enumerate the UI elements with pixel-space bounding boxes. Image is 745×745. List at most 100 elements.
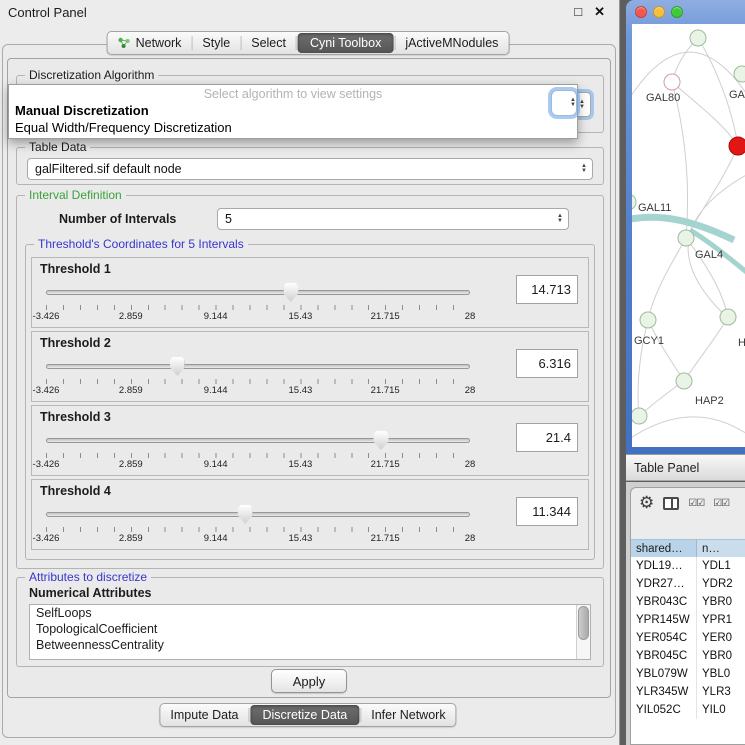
column-header-shared-name[interactable]: shared… bbox=[631, 539, 697, 557]
stepper-arrows-icon bbox=[564, 98, 576, 108]
table-data-combobox[interactable]: galFiltered.sif default node bbox=[27, 158, 593, 180]
table-row[interactable]: YLR345WYLR3 bbox=[631, 683, 745, 701]
table-row[interactable]: YER054CYER0 bbox=[631, 629, 745, 647]
network-node-hap2[interactable] bbox=[676, 373, 692, 389]
apply-button[interactable]: Apply bbox=[271, 669, 347, 693]
tab-discretize-data[interactable]: Discretize Data bbox=[251, 705, 360, 725]
scale-label: 15.43 bbox=[289, 311, 313, 322]
tab-network[interactable]: Network bbox=[108, 32, 192, 54]
tab-cyni-toolbox[interactable]: Cyni Toolbox bbox=[298, 33, 393, 53]
cell-name: YPR1 bbox=[697, 611, 745, 629]
zoom-traffic-light-icon[interactable] bbox=[671, 6, 683, 18]
minimize-traffic-light-icon[interactable] bbox=[653, 6, 665, 18]
table-row[interactable]: YBL079WYBL0 bbox=[631, 665, 745, 683]
vertical-scrollbar[interactable] bbox=[576, 605, 590, 659]
scale-label: -3.426 bbox=[33, 385, 60, 396]
tab-label: Cyni Toolbox bbox=[310, 36, 381, 50]
scale-label: 9.144 bbox=[204, 311, 228, 322]
tab-label: Infer Network bbox=[371, 708, 445, 722]
threshold-slider[interactable] bbox=[46, 504, 470, 524]
cell-name: YDR2 bbox=[697, 575, 745, 593]
tab-infer-network[interactable]: Infer Network bbox=[361, 704, 455, 726]
threshold-value-field[interactable]: 11.344 bbox=[516, 497, 578, 526]
threshold-slider[interactable] bbox=[46, 430, 470, 450]
threshold-slider[interactable] bbox=[46, 282, 470, 302]
slider-handle[interactable] bbox=[373, 431, 388, 450]
dropdown-option-manual-discretization[interactable]: Manual Discretization bbox=[9, 102, 577, 119]
combo-arrows-icon bbox=[575, 164, 587, 174]
network-view-window: GAL80GAGAL11GAL4GCY1HHAP2 bbox=[626, 0, 745, 454]
close-window-button[interactable]: ✕ bbox=[594, 4, 605, 20]
threshold-label: Threshold 4 bbox=[40, 484, 111, 498]
attribute-list-item[interactable]: BetweennessCentrality bbox=[30, 637, 590, 653]
attributes-group: Attributes to discretize Numerical Attri… bbox=[16, 577, 604, 667]
scrollbar-thumb[interactable] bbox=[578, 606, 589, 640]
close-traffic-light-icon[interactable] bbox=[635, 6, 647, 18]
network-node-gal80[interactable] bbox=[664, 74, 680, 90]
tab-jactivemnodules[interactable]: jActiveMNodules bbox=[395, 32, 508, 54]
attribute-list-item[interactable]: TopologicalCoefficient bbox=[30, 621, 590, 637]
threshold-value-field[interactable]: 6.316 bbox=[516, 349, 578, 378]
checkbox-list-icon[interactable] bbox=[688, 498, 704, 509]
network-edge[interactable] bbox=[632, 417, 745, 444]
scale-label: 2.859 bbox=[119, 311, 143, 322]
thresholds-group: Threshold's Coordinates for 5 Intervals … bbox=[25, 244, 595, 560]
algorithm-combo-stepper[interactable] bbox=[551, 90, 577, 116]
dropdown-option-equal-width-frequency-discretization[interactable]: Equal Width/Frequency Discretization bbox=[9, 119, 577, 136]
scale-label: 28 bbox=[465, 533, 476, 544]
table-panel-body: shared… n… YDL19…YDL1YDR27…YDR2YBR043CYB… bbox=[626, 482, 745, 745]
table-data-group: Table Data galFiltered.sif default node bbox=[16, 147, 604, 185]
float-window-button[interactable]: □ bbox=[574, 4, 582, 20]
tab-style[interactable]: Style bbox=[192, 32, 240, 54]
network-edge[interactable] bbox=[672, 82, 688, 238]
tab-select[interactable]: Select bbox=[241, 32, 296, 54]
tab-separator bbox=[249, 708, 250, 722]
slider-ticks bbox=[46, 379, 470, 384]
threshold-slider[interactable] bbox=[46, 356, 470, 376]
network-node-gcy1[interactable] bbox=[640, 312, 656, 328]
cell-shared-name: YER054C bbox=[631, 629, 697, 647]
numerical-attributes-list[interactable]: SelfLoopsTopologicalCoefficientBetweenne… bbox=[29, 604, 591, 660]
network-node-h[interactable] bbox=[720, 309, 736, 325]
threshold-value-field[interactable]: 14.713 bbox=[516, 275, 578, 304]
table-row[interactable]: YBR043CYBR0 bbox=[631, 593, 745, 611]
network-edge[interactable] bbox=[648, 320, 684, 381]
table-row[interactable]: YDR27…YDR2 bbox=[631, 575, 745, 593]
cell-name: YDL1 bbox=[697, 557, 745, 575]
gear-icon[interactable] bbox=[639, 493, 654, 513]
cell-shared-name: YLR345W bbox=[631, 683, 697, 701]
slider-handle[interactable] bbox=[238, 505, 253, 524]
cell-shared-name: YPR145W bbox=[631, 611, 697, 629]
network-canvas[interactable]: GAL80GAGAL11GAL4GCY1HHAP2 bbox=[632, 24, 745, 447]
network-node[interactable] bbox=[729, 137, 745, 155]
table-header-row: shared… n… bbox=[631, 539, 745, 557]
attribute-list-item[interactable]: SelfLoops bbox=[30, 605, 590, 621]
network-node-gal4[interactable] bbox=[678, 230, 694, 246]
slider-handle[interactable] bbox=[283, 283, 298, 302]
network-node[interactable] bbox=[690, 30, 706, 46]
table-row[interactable]: YPR145WYPR1 bbox=[631, 611, 745, 629]
table-row[interactable]: YIL052CYIL0 bbox=[631, 701, 745, 719]
node-label-gcy1: GCY1 bbox=[634, 335, 664, 347]
network-node-gal11[interactable] bbox=[632, 194, 636, 210]
threshold-value-field[interactable]: 21.4 bbox=[516, 423, 578, 452]
network-edge[interactable] bbox=[648, 238, 686, 320]
checkbox-grid-icon[interactable] bbox=[713, 498, 729, 509]
table-row[interactable]: YDL19…YDL1 bbox=[631, 557, 745, 575]
slider-track bbox=[46, 512, 470, 517]
columns-icon[interactable] bbox=[663, 497, 679, 510]
column-header-name[interactable]: n… bbox=[697, 539, 745, 557]
threshold-label: Threshold 1 bbox=[40, 262, 111, 276]
cell-shared-name: YIL052C bbox=[631, 701, 697, 719]
tab-impute-data[interactable]: Impute Data bbox=[160, 704, 248, 726]
network-node[interactable] bbox=[632, 408, 647, 424]
network-node-ga[interactable] bbox=[734, 66, 745, 82]
algorithm-dropdown-popup: Select algorithm to view settings Manual… bbox=[8, 84, 578, 139]
network-edge[interactable] bbox=[684, 317, 728, 381]
threshold-panel: Threshold 3-3.4262.8599.14415.4321.71528… bbox=[31, 405, 589, 476]
slider-handle[interactable] bbox=[170, 357, 185, 376]
number-of-intervals-combobox[interactable]: 5 bbox=[217, 208, 569, 230]
network-edge[interactable] bbox=[639, 381, 684, 416]
slider-ticks bbox=[46, 527, 470, 532]
table-row[interactable]: YBR045CYBR0 bbox=[631, 647, 745, 665]
